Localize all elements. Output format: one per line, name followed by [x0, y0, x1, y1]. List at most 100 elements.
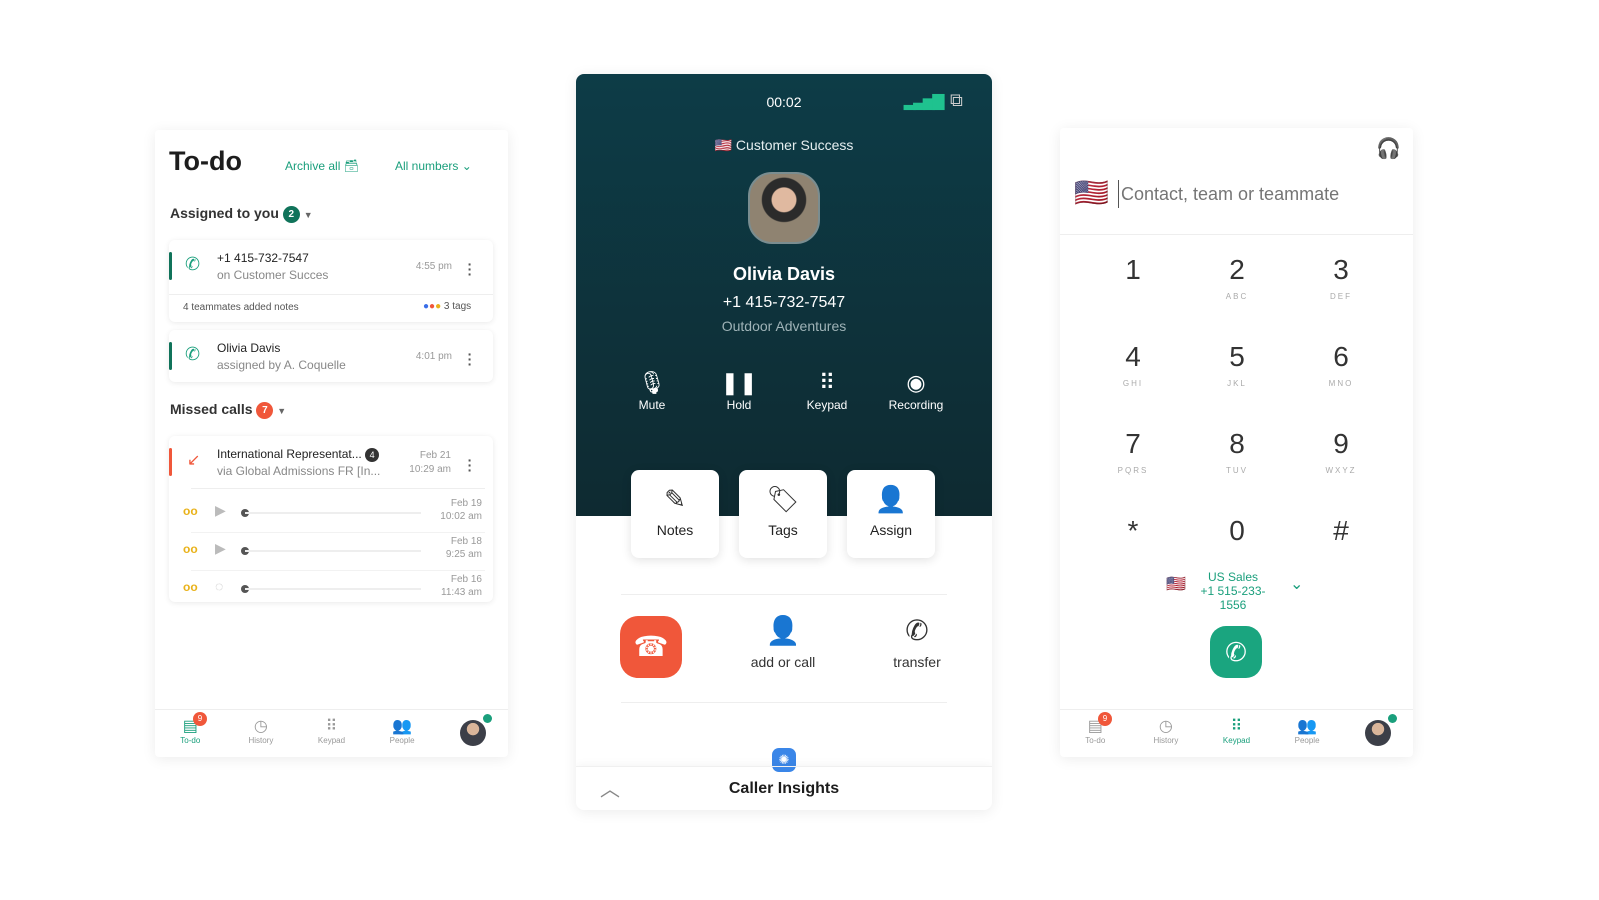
- keypad-icon: ⠿: [1230, 718, 1243, 735]
- call-button[interactable]: ✆: [1210, 626, 1262, 678]
- recording-button[interactable]: ◉ Recording: [876, 370, 956, 412]
- control-label: Mute: [638, 398, 666, 412]
- key-letters: ABC: [1225, 292, 1249, 301]
- loading-icon[interactable]: ◌: [215, 578, 223, 594]
- tile-label: Tags: [768, 522, 798, 538]
- audio-progress-bar[interactable]: [245, 512, 421, 514]
- audio-progress-bar[interactable]: [245, 588, 421, 590]
- people-icon: 👥: [392, 718, 413, 735]
- key-10[interactable]: 0: [1197, 515, 1277, 547]
- todo-badge: 9: [1098, 712, 1112, 726]
- caller-id-selector[interactable]: 🇺🇸 US Sales +1 515-233-1556 ⌄: [1166, 570, 1303, 612]
- status-bar: [169, 252, 172, 280]
- list-item[interactable]: ✆ Olivia Davis assigned by A. Coquelle 4…: [169, 330, 493, 382]
- nav-people[interactable]: 👥 People: [1272, 710, 1343, 757]
- call-panel: 00:02 ▂▃▅▇ ⧉ 🇺🇸 Customer Success Olivia …: [576, 74, 992, 810]
- nav-history[interactable]: ◷ History: [226, 710, 297, 757]
- add-or-call-button[interactable]: 👤 add or call: [738, 614, 828, 670]
- key-digit: 8: [1229, 428, 1245, 459]
- key-letters: MNO: [1328, 379, 1354, 388]
- voicemail-date: Feb 16: [450, 574, 482, 585]
- item-subtitle: via Global Admissions FR [In...: [217, 464, 381, 478]
- key-5[interactable]: 6 MNO: [1301, 341, 1381, 391]
- tags-summary[interactable]: ●●● 3 tags: [423, 301, 471, 312]
- phone-icon: ✆: [185, 254, 201, 274]
- item-time: 4:55 pm: [415, 261, 452, 272]
- key-digit: 6: [1333, 341, 1349, 372]
- transfer-button[interactable]: ✆ transfer: [872, 614, 962, 670]
- hang-up-button[interactable]: ☎: [620, 616, 682, 678]
- nav-label: To-do: [180, 736, 201, 745]
- caller-insights-bar[interactable]: ︿ Caller Insights: [576, 766, 992, 810]
- key-8[interactable]: 9 WXYZ: [1301, 428, 1381, 478]
- voicemail-time: 10:02 am: [440, 511, 482, 522]
- notes-summary: 4 teammates added notes: [183, 302, 299, 313]
- signal-icon: ▂▃▅▇: [904, 93, 944, 110]
- nav-history[interactable]: ◷ History: [1131, 710, 1202, 757]
- missed-section-header[interactable]: Missed calls 7 ▼: [170, 401, 286, 419]
- key-2[interactable]: 3 DEF: [1301, 254, 1381, 304]
- nav-label: History: [1153, 736, 1179, 745]
- key-1[interactable]: 2 ABC: [1197, 254, 1277, 304]
- all-numbers-label: All numbers: [395, 159, 459, 173]
- popout-icon[interactable]: ⧉: [950, 90, 963, 111]
- microphone-icon: 🎙: [638, 370, 666, 395]
- key-9[interactable]: *: [1093, 515, 1173, 547]
- key-6[interactable]: 7 PQRS: [1093, 428, 1173, 478]
- notes-button[interactable]: ✎ Notes: [631, 470, 719, 558]
- list-item[interactable]: ✆ +1 415-732-7547 on Customer Succes 4:5…: [169, 240, 493, 322]
- chevron-down-icon: ⌄: [1290, 576, 1304, 593]
- nav-profile[interactable]: [437, 710, 508, 757]
- phone-icon: ✆: [185, 344, 201, 364]
- archive-all-button[interactable]: Archive all 🗃: [285, 159, 359, 173]
- people-icon: 👥: [1297, 718, 1318, 735]
- history-icon: ◷: [253, 718, 268, 735]
- play-icon[interactable]: ▶: [215, 502, 226, 519]
- hold-button[interactable]: ❚❚ Hold: [699, 370, 779, 412]
- headset-icon[interactable]: 🎧: [1376, 136, 1401, 161]
- contact-search-input[interactable]: [1118, 180, 1398, 208]
- tag-icon: 🏷: [766, 484, 800, 514]
- nav-label: History: [248, 736, 274, 745]
- tags-button[interactable]: 🏷 Tags: [739, 470, 827, 558]
- contact-avatar: [748, 172, 820, 244]
- key-4[interactable]: 5 JKL: [1197, 341, 1277, 391]
- page-title: To-do: [169, 146, 242, 176]
- mute-button[interactable]: 🎙 Mute: [612, 370, 692, 412]
- key-digit: 9: [1333, 428, 1349, 459]
- assign-button[interactable]: 👤 Assign: [847, 470, 935, 558]
- key-letters: PQRS: [1117, 466, 1149, 475]
- key-0[interactable]: 1: [1093, 254, 1173, 286]
- keypad-button[interactable]: ⠿ Keypad: [787, 370, 867, 412]
- online-status-dot: [1387, 714, 1397, 723]
- archive-icon: 🗃: [343, 159, 359, 173]
- history-icon: ◷: [1158, 718, 1173, 735]
- key-11[interactable]: #: [1301, 515, 1381, 547]
- play-icon[interactable]: ▶: [215, 540, 226, 557]
- control-label: Hold: [726, 398, 752, 412]
- nav-keypad[interactable]: ⠿ Keypad: [1201, 710, 1272, 757]
- key-3[interactable]: 4 GHI: [1093, 341, 1173, 391]
- missed-label: Missed calls: [170, 401, 253, 417]
- us-flag-icon[interactable]: 🇺🇸: [1074, 176, 1109, 209]
- key-7[interactable]: 8 TUV: [1197, 428, 1277, 478]
- contact-number: +1 415-732-7547: [722, 294, 846, 311]
- nav-label: People: [1294, 736, 1320, 745]
- nav-todo[interactable]: ▤ 9 To-do: [155, 710, 226, 757]
- nav-profile[interactable]: [1342, 710, 1413, 757]
- item-title: International Representat... 4: [217, 447, 380, 462]
- todo-panel: To-do Archive all 🗃 All numbers ⌄ Assign…: [155, 130, 508, 757]
- nav-people[interactable]: 👥 People: [367, 710, 438, 757]
- nav-keypad[interactable]: ⠿ Keypad: [296, 710, 367, 757]
- nav-todo[interactable]: ▤ 9 To-do: [1060, 710, 1131, 757]
- missed-call-item[interactable]: ↙ International Representat... 4 via Glo…: [169, 436, 493, 602]
- assigned-section-header[interactable]: Assigned to you 2 ▼: [170, 205, 313, 223]
- item-date: Feb 21: [419, 450, 451, 461]
- more-icon[interactable]: · · ·: [467, 453, 473, 477]
- audio-progress-bar[interactable]: [245, 550, 421, 552]
- more-icon[interactable]: · · ·: [467, 257, 473, 281]
- missed-title: International Representat...: [217, 447, 362, 461]
- all-numbers-dropdown[interactable]: All numbers ⌄: [395, 159, 472, 173]
- key-digit: 2: [1229, 254, 1245, 285]
- more-icon[interactable]: · · ·: [467, 347, 473, 371]
